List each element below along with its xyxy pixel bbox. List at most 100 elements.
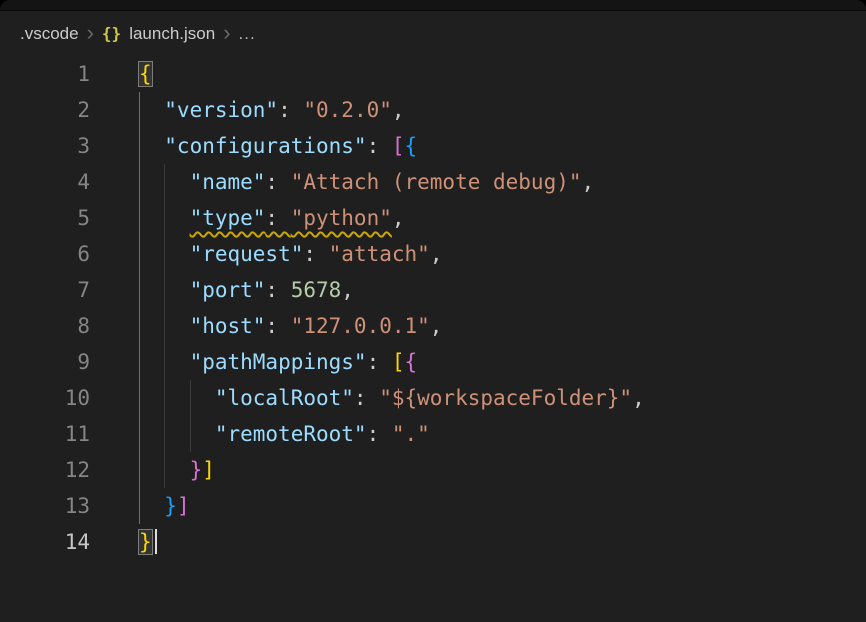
- indent-guide: [190, 380, 215, 416]
- indent-guide: [139, 164, 164, 200]
- code-line-content: "localRoot": "${workspaceFolder}",: [139, 380, 645, 416]
- code-token: :: [367, 422, 392, 446]
- line-number[interactable]: 11: [0, 416, 139, 452]
- indent-guide: [139, 308, 164, 344]
- code-line-content: "host": "127.0.0.1",: [139, 308, 442, 344]
- code-line[interactable]: 8"host": "127.0.0.1",: [0, 308, 866, 344]
- code-token: "version": [164, 98, 278, 122]
- code-token: "type": [190, 206, 266, 230]
- code-line[interactable]: 12}]: [0, 452, 866, 488]
- code-line[interactable]: 2"version": "0.2.0",: [0, 92, 866, 128]
- code-line[interactable]: 13}]: [0, 488, 866, 524]
- json-file-icon: {}: [102, 24, 121, 43]
- indent-guide: [139, 272, 164, 308]
- indent-guide: [164, 236, 189, 272]
- line-number[interactable]: 14: [0, 524, 139, 560]
- indent-guide: [164, 308, 189, 344]
- code-token: "localRoot": [215, 386, 354, 410]
- code-token: {: [139, 62, 152, 86]
- line-number[interactable]: 12: [0, 452, 139, 488]
- code-token: ,: [632, 386, 645, 410]
- code-line-content: "name": "Attach (remote debug)",: [139, 164, 594, 200]
- indent-guide: [164, 344, 189, 380]
- code-line[interactable]: 14}: [0, 524, 866, 560]
- line-number[interactable]: 7: [0, 272, 139, 308]
- code-token: [: [392, 350, 405, 374]
- line-number[interactable]: 8: [0, 308, 139, 344]
- code-token: ".": [392, 422, 430, 446]
- code-line-content: "request": "attach",: [139, 236, 442, 272]
- code-token: {: [405, 350, 418, 374]
- code-line-content: "version": "0.2.0",: [139, 92, 405, 128]
- indent-guide: [139, 452, 164, 488]
- chevron-right-icon: ›: [87, 22, 94, 44]
- code-token: :: [265, 170, 290, 194]
- code-token: :: [265, 278, 290, 302]
- indent-guide: [139, 128, 164, 164]
- code-token: "127.0.0.1": [291, 314, 430, 338]
- code-line[interactable]: 11"remoteRoot": ".": [0, 416, 866, 452]
- code-token: :: [265, 314, 290, 338]
- code-token: "0.2.0": [303, 98, 392, 122]
- code-token: :: [354, 386, 379, 410]
- code-token: }: [190, 458, 203, 482]
- line-number[interactable]: 3: [0, 128, 139, 164]
- code-line[interactable]: 7"port": 5678,: [0, 272, 866, 308]
- code-token: ]: [177, 494, 190, 518]
- code-token: ,: [582, 170, 595, 194]
- code-line[interactable]: 5"type": "python",: [0, 200, 866, 236]
- indent-guide: [164, 380, 189, 416]
- code-line-content: "type": "python",: [139, 200, 405, 236]
- code-token: :: [367, 134, 392, 158]
- breadcrumb-symbol-ellipsis[interactable]: ...: [239, 24, 256, 44]
- indent-guide: [139, 200, 164, 236]
- code-line-content: "configurations": [{: [139, 128, 417, 164]
- code-line[interactable]: 9"pathMappings": [{: [0, 344, 866, 380]
- indent-guide: [164, 452, 189, 488]
- code-line-content: "port": 5678,: [139, 272, 354, 308]
- code-line[interactable]: 10"localRoot": "${workspaceFolder}",: [0, 380, 866, 416]
- code-token: "configurations": [164, 134, 366, 158]
- line-number[interactable]: 5: [0, 200, 139, 236]
- indent-guide: [139, 380, 164, 416]
- code-line[interactable]: 4"name": "Attach (remote debug)",: [0, 164, 866, 200]
- line-number[interactable]: 4: [0, 164, 139, 200]
- code-line[interactable]: 3"configurations": [{: [0, 128, 866, 164]
- code-token: :: [303, 242, 328, 266]
- code-token: :: [265, 206, 290, 230]
- indent-guide: [139, 92, 164, 128]
- window-top-strip: [0, 0, 866, 11]
- code-token: 5678: [291, 278, 342, 302]
- breadcrumb: .vscode › {} launch.json › ...: [0, 11, 866, 56]
- code-token: "name": [190, 170, 266, 194]
- code-token: ,: [430, 314, 443, 338]
- code-line[interactable]: 6"request": "attach",: [0, 236, 866, 272]
- vscode-editor-window: .vscode › {} launch.json › ... 1{2"versi…: [0, 0, 866, 622]
- code-token: ,: [392, 206, 405, 230]
- breadcrumb-file[interactable]: launch.json: [129, 24, 215, 44]
- indent-guide: [164, 200, 189, 236]
- code-lines: 1{2"version": "0.2.0",3"configurations":…: [0, 56, 866, 560]
- code-token: "attach": [329, 242, 430, 266]
- code-token: ,: [430, 242, 443, 266]
- code-token: }: [139, 530, 152, 554]
- line-number[interactable]: 13: [0, 488, 139, 524]
- breadcrumb-folder[interactable]: .vscode: [20, 24, 79, 44]
- code-token: :: [367, 350, 392, 374]
- code-token: "host": [190, 314, 266, 338]
- code-token: "request": [190, 242, 304, 266]
- code-line[interactable]: 1{: [0, 56, 866, 92]
- line-number[interactable]: 1: [0, 56, 139, 92]
- line-number[interactable]: 6: [0, 236, 139, 272]
- line-number[interactable]: 9: [0, 344, 139, 380]
- indent-guide: [139, 344, 164, 380]
- chevron-right-icon: ›: [223, 22, 230, 44]
- indent-guide: [139, 416, 164, 452]
- code-line-content: }]: [139, 452, 215, 488]
- warning-squiggle: "type": "python": [190, 206, 392, 230]
- line-number[interactable]: 10: [0, 380, 139, 416]
- line-number[interactable]: 2: [0, 92, 139, 128]
- indent-guide: [164, 416, 189, 452]
- indent-guide: [164, 164, 189, 200]
- indent-guide: [139, 236, 164, 272]
